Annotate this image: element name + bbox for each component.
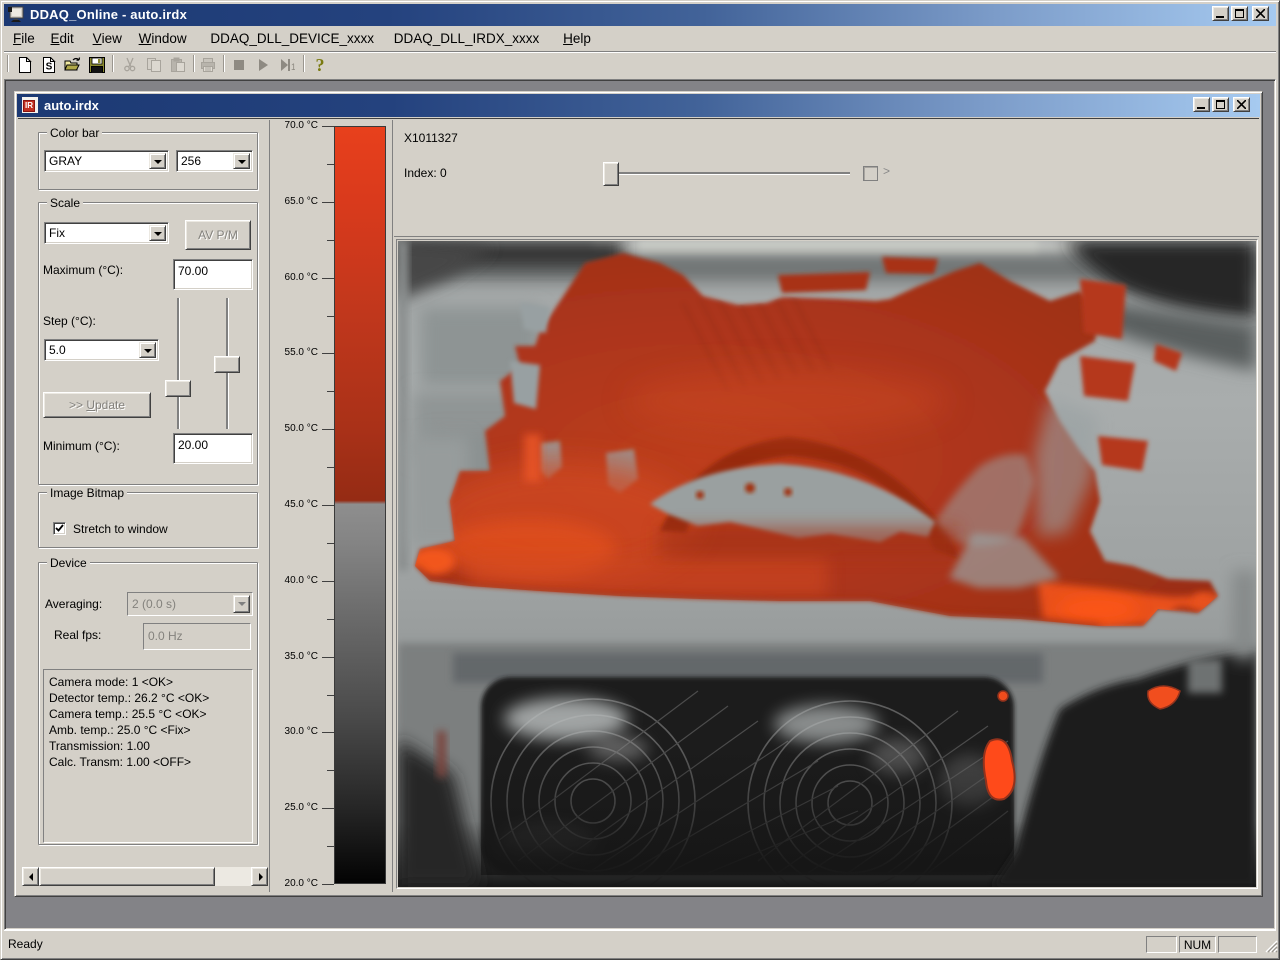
svg-text:1: 1: [291, 62, 295, 72]
svg-text:S: S: [46, 62, 53, 73]
svg-text:?: ?: [316, 56, 325, 73]
